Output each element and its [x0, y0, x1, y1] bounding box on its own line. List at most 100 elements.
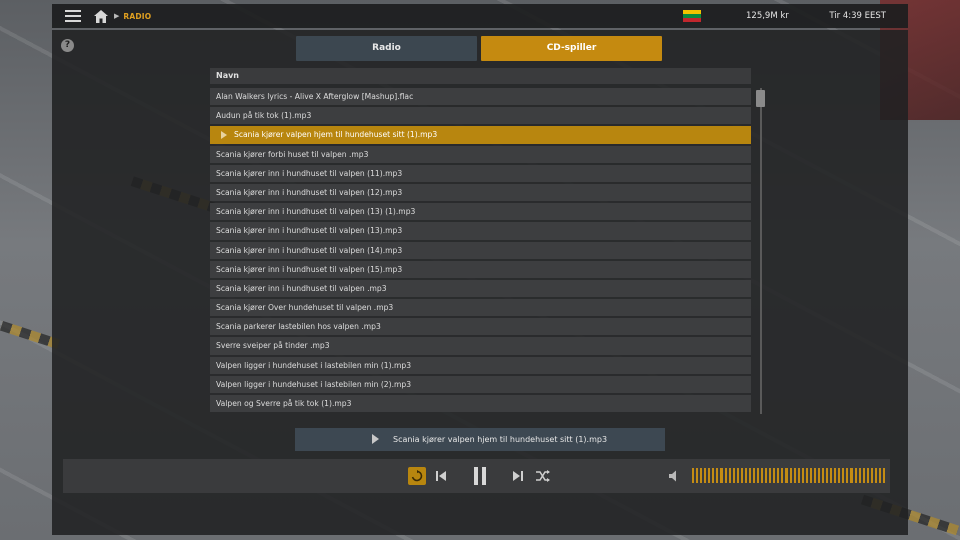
repeat-button[interactable]	[408, 467, 426, 485]
volume-segment	[716, 468, 719, 483]
volume-segment	[826, 468, 829, 483]
volume-segment	[712, 468, 715, 483]
track-row[interactable]: Scania kjører forbi huset til valpen .mp…	[210, 145, 751, 163]
track-row[interactable]: Scania kjører inn i hundhuset til valpen…	[210, 164, 751, 182]
track-title: Scania kjører inn i hundhuset til valpen…	[216, 283, 387, 293]
previous-track-button[interactable]	[434, 467, 448, 485]
scrollbar-track[interactable]	[760, 88, 762, 414]
speaker-icon	[669, 470, 676, 482]
volume-segment	[874, 468, 877, 483]
volume-segment	[846, 468, 849, 483]
volume-segment	[862, 468, 865, 483]
track-list: Navn Alan Walkers lyrics - Alive X After…	[210, 68, 751, 414]
track-row[interactable]: Valpen ligger i hundehuset i lastebilen …	[210, 356, 751, 374]
track-title: Scania kjører forbi huset til valpen .mp…	[216, 149, 369, 159]
breadcrumb-arrow-icon: ▶	[114, 12, 120, 20]
track-row[interactable]: Audun på tik tok (1).mp3	[210, 107, 751, 125]
track-row[interactable]: Sverre sveiper på tinder .mp3	[210, 337, 751, 355]
track-title: Scania kjører inn i hundhuset til valpen…	[216, 187, 403, 197]
clock-display: Tir 4:39 EEST	[829, 11, 886, 21]
volume-segment	[882, 468, 885, 483]
play-indicator-icon	[221, 131, 227, 140]
volume-segment	[752, 468, 755, 483]
track-title: Scania kjører inn i hundhuset til valpen…	[216, 264, 403, 274]
shuffle-button[interactable]	[535, 467, 551, 485]
track-row[interactable]: Scania kjører inn i hundhuset til valpen…	[210, 260, 751, 278]
now-playing-bar: Scania kjører valpen hjem til hundehuset…	[295, 428, 665, 451]
volume-segment	[785, 468, 788, 483]
volume-segment	[757, 468, 760, 483]
volume-segment	[850, 468, 853, 483]
volume-segment	[732, 468, 735, 483]
volume-slider[interactable]	[692, 468, 885, 483]
volume-segment	[797, 468, 800, 483]
now-playing-title: Scania kjører valpen hjem til hundehuset…	[393, 435, 608, 444]
volume-segment	[838, 468, 841, 483]
hamburger-icon[interactable]	[65, 10, 81, 22]
home-icon[interactable]	[94, 9, 108, 23]
track-row[interactable]: Scania kjører inn i hundhuset til valpen…	[210, 203, 751, 221]
pause-icon	[474, 467, 486, 485]
volume-segment	[858, 468, 861, 483]
track-row[interactable]: Scania kjører Over hundehuset til valpen…	[210, 299, 751, 317]
track-row[interactable]: Alan Walkers lyrics - Alive X Afterglow …	[210, 88, 751, 106]
volume-segment	[769, 468, 772, 483]
volume-segment	[781, 468, 784, 483]
track-title: Audun på tik tok (1).mp3	[216, 111, 312, 121]
track-row[interactable]: Scania kjører inn i hundhuset til valpen…	[210, 241, 751, 259]
track-row-active[interactable]: Scania kjører valpen hjem til hundehuset…	[210, 126, 751, 144]
volume-segment	[830, 468, 833, 483]
track-row[interactable]: Scania kjører inn i hundhuset til valpen…	[210, 222, 751, 240]
volume-segment	[748, 468, 751, 483]
top-bar: ▶ RADIO 125,9M kr Tir 4:39 EEST	[52, 4, 908, 28]
volume-segment	[870, 468, 873, 483]
playback-controls	[63, 459, 890, 493]
volume-segment	[801, 468, 804, 483]
column-header-name[interactable]: Navn	[210, 68, 751, 84]
volume-segment	[728, 468, 731, 483]
pause-button[interactable]	[469, 464, 491, 488]
volume-segment	[805, 468, 808, 483]
volume-segment	[692, 468, 695, 483]
track-row[interactable]: Scania parkerer lastebilen hos valpen .m…	[210, 318, 751, 336]
repeat-icon	[411, 470, 423, 482]
track-title: Valpen ligger i hundehuset i lastebilen …	[216, 360, 412, 370]
country-flag	[683, 10, 701, 22]
help-icon[interactable]: ?	[61, 39, 74, 52]
track-title: Scania kjører inn i hundhuset til valpen…	[216, 226, 403, 236]
track-title: Scania kjører inn i hundhuset til valpen…	[216, 168, 403, 178]
volume-segment	[773, 468, 776, 483]
tab-cd-player[interactable]: CD-spiller	[481, 36, 662, 61]
track-row[interactable]: Valpen ligger i hundehuset i lastebilen …	[210, 375, 751, 393]
breadcrumb[interactable]: RADIO	[123, 12, 151, 21]
mute-button[interactable]	[667, 467, 681, 485]
track-row[interactable]: Scania kjører inn i hundhuset til valpen…	[210, 183, 751, 202]
money-display: 125,9M kr	[746, 11, 789, 21]
track-rows: Alan Walkers lyrics - Alive X Afterglow …	[210, 88, 751, 413]
track-title: Scania kjører inn i hundhuset til valpen…	[216, 207, 416, 217]
track-row[interactable]: Valpen og Sverre på tik tok (1).mp3	[210, 395, 751, 413]
volume-segment	[720, 468, 723, 483]
track-title: Scania kjører inn i hundhuset til valpen…	[216, 245, 403, 255]
volume-segment	[878, 468, 881, 483]
track-title: Scania kjører Over hundehuset til valpen…	[216, 303, 394, 313]
track-row[interactable]: Scania kjører inn i hundhuset til valpen…	[210, 279, 751, 298]
volume-segment	[817, 468, 820, 483]
volume-segment	[740, 468, 743, 483]
scrollbar-thumb[interactable]	[756, 90, 765, 107]
volume-segment	[809, 468, 812, 483]
volume-segment	[736, 468, 739, 483]
volume-segment	[708, 468, 711, 483]
track-title: Scania kjører valpen hjem til hundehuset…	[234, 130, 438, 140]
track-title: Alan Walkers lyrics - Alive X Afterglow …	[216, 92, 414, 101]
volume-segment	[777, 468, 780, 483]
volume-segment	[704, 468, 707, 483]
skip-previous-icon	[436, 471, 446, 481]
track-title: Valpen ligger i hundehuset i lastebilen …	[216, 379, 412, 389]
flag-stripe-red	[683, 18, 701, 22]
next-track-button[interactable]	[511, 467, 525, 485]
volume-segment	[842, 468, 845, 483]
cd-player-panel: ? Radio CD-spiller Navn Alan Walkers lyr…	[52, 30, 908, 535]
tab-radio[interactable]: Radio	[296, 36, 477, 61]
volume-segment	[866, 468, 869, 483]
